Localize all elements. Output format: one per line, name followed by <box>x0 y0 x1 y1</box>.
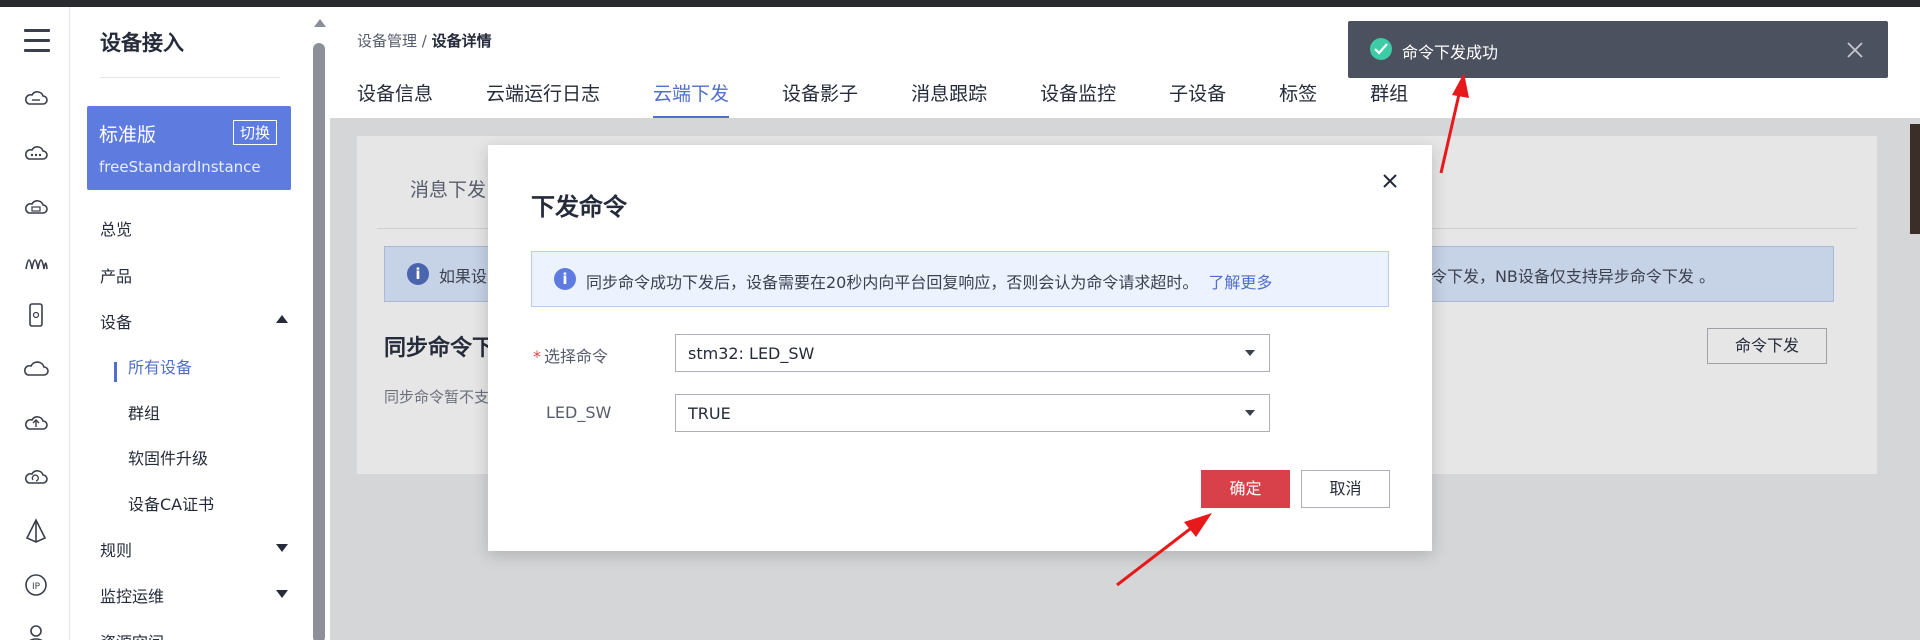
breadcrumb-parent[interactable]: 设备管理 <box>357 32 417 50</box>
sidebar-item-device[interactable]: 设备 <box>100 309 132 333</box>
param-select-value: TRUE <box>688 404 731 423</box>
cloud-more-icon[interactable] <box>22 139 50 167</box>
sidebar-title: 设备接入 <box>100 31 184 55</box>
required-mark: * <box>533 347 541 366</box>
info-icon: i <box>554 268 576 290</box>
close-icon[interactable] <box>1844 39 1866 61</box>
sidebar-item-groups[interactable]: 群组 <box>128 400 160 424</box>
param-label: LED_SW <box>546 403 612 422</box>
tab-device-shadow[interactable]: 设备影子 <box>782 79 858 119</box>
sidebar-item-monitoring[interactable]: 监控运维 <box>100 583 164 607</box>
tab-device-info[interactable]: 设备信息 <box>357 79 433 119</box>
tab-message-trace[interactable]: 消息跟踪 <box>911 79 987 119</box>
banner-text-right: 令下发，NB设备仅支持异步命令下发 。 <box>1430 267 1715 286</box>
banner-text-left: 如果设 <box>439 267 488 286</box>
edition-name: 标准版 <box>99 124 157 146</box>
sidebar-item-product[interactable]: 产品 <box>100 263 132 287</box>
device-phone-icon[interactable] <box>22 301 50 329</box>
cancel-button[interactable]: 取消 <box>1301 470 1390 508</box>
expand-arrow-icon[interactable] <box>276 544 288 552</box>
tab-groups[interactable]: 群组 <box>1370 79 1408 119</box>
breadcrumb: 设备管理 / 设备详情 <box>357 30 492 51</box>
command-label-text: 选择命令 <box>544 347 609 366</box>
dialog-title: 下发命令 <box>531 193 627 221</box>
sidebar-item-resource-space[interactable]: 资源空间 <box>100 629 164 640</box>
sidebar-divider <box>100 77 280 78</box>
sidebar-item-firmware[interactable]: 软固件升级 <box>128 445 208 469</box>
expand-arrow-icon[interactable] <box>276 590 288 598</box>
chevron-down-icon <box>1245 350 1255 356</box>
secondary-sidebar: 设备接入 标准版 切换 freeStandardInstance 总览 产品 设… <box>70 7 310 640</box>
command-label: * 选择命令 <box>533 343 608 367</box>
cloud-device-icon[interactable] <box>22 85 50 113</box>
send-command-button[interactable]: 命令下发 <box>1707 328 1827 364</box>
check-circle-icon <box>1370 38 1392 60</box>
breadcrumb-current: 设备详情 <box>431 32 492 50</box>
tab-device-monitor[interactable]: 设备监控 <box>1040 79 1116 119</box>
info-icon: i <box>407 263 429 285</box>
success-toast: 命令下发成功 <box>1348 21 1888 78</box>
icon-rail: IP <box>0 7 70 640</box>
signal-wave-icon[interactable] <box>22 247 50 275</box>
tab-cloud-log[interactable]: 云端运行日志 <box>486 79 600 119</box>
dialog-tip: i 同步命令成功下发后，设备需要在20秒内向平台回复响应，否则会认为命令请求超时… <box>531 251 1389 307</box>
command-select[interactable]: stm32: LED_SW <box>675 334 1270 372</box>
cloud-chip-icon[interactable] <box>22 193 50 221</box>
pyramid-icon[interactable] <box>22 517 50 545</box>
scrollbar-thumb[interactable] <box>313 43 325 640</box>
ip-icon[interactable]: IP <box>22 571 50 599</box>
close-icon[interactable] <box>1378 169 1402 193</box>
sidebar-scrollbar[interactable] <box>310 7 330 640</box>
edge-image <box>1910 124 1920 234</box>
edition-card: 标准版 切换 freeStandardInstance <box>87 106 291 190</box>
hamburger-menu-icon[interactable] <box>24 29 50 52</box>
tab-tags[interactable]: 标签 <box>1279 79 1317 119</box>
confirm-button[interactable]: 确定 <box>1201 470 1290 508</box>
sidebar-item-ca-cert[interactable]: 设备CA证书 <box>128 491 214 515</box>
learn-more-link[interactable]: 了解更多 <box>1208 273 1272 292</box>
subtab-message-delivery[interactable]: 消息下发 <box>410 175 486 202</box>
chevron-down-icon <box>1245 410 1255 416</box>
command-select-value: stm32: LED_SW <box>688 344 815 363</box>
param-select[interactable]: TRUE <box>675 394 1270 432</box>
sidebar-item-all-devices[interactable]: 所有设备 <box>128 354 192 378</box>
edition-switch-button[interactable]: 切换 <box>232 120 277 145</box>
svg-text:IP: IP <box>32 582 41 592</box>
send-command-dialog: 下发命令 i 同步命令成功下发后，设备需要在20秒内向平台回复响应，否则会认为命… <box>488 145 1432 551</box>
collapse-arrow-icon[interactable] <box>276 315 288 323</box>
breadcrumb-separator: / <box>421 32 427 50</box>
user-group-icon[interactable] <box>22 623 50 640</box>
sidebar-item-overview[interactable]: 总览 <box>100 216 132 240</box>
cloud-icon[interactable] <box>22 355 50 383</box>
detail-tabs: 设备信息 云端运行日志 云端下发 设备影子 消息跟踪 设备监控 子设备 标签 群… <box>357 79 1461 119</box>
tip-text: 同步命令成功下发后，设备需要在20秒内向平台回复响应，否则会认为命令请求超时。 <box>586 273 1199 292</box>
cloud-refresh-icon[interactable] <box>22 463 50 491</box>
tab-cloud-delivery[interactable]: 云端下发 <box>653 79 730 119</box>
cloud-upload-icon[interactable] <box>22 409 50 437</box>
scroll-up-icon[interactable] <box>314 19 326 27</box>
toast-message: 命令下发成功 <box>1402 43 1499 62</box>
section-title: 同步命令下 <box>384 336 495 361</box>
active-indicator <box>114 362 117 382</box>
sidebar-item-rules[interactable]: 规则 <box>100 537 132 561</box>
section-note: 同步命令暂不支 <box>384 388 490 406</box>
tab-sub-devices[interactable]: 子设备 <box>1169 79 1226 119</box>
instance-name: freeStandardInstance <box>99 158 261 176</box>
top-bar <box>0 0 1920 7</box>
